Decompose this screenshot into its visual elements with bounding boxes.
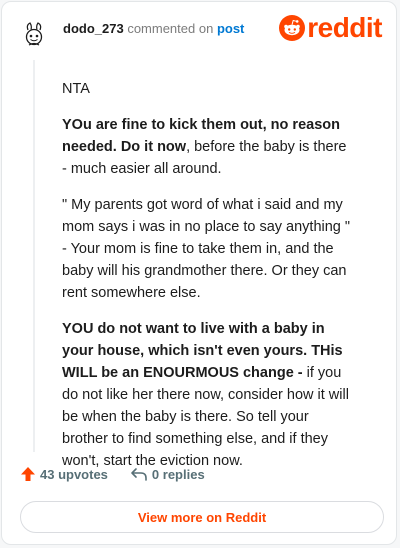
snoo-avatar-icon[interactable] [20, 20, 48, 48]
reply-button[interactable]: 0 replies [130, 466, 205, 482]
post-link[interactable]: post [217, 21, 244, 36]
comment-meta: dodo_273 commented on post [63, 21, 244, 36]
comment-paragraph-2: YOu are fine to kick them out, no reason… [62, 117, 347, 177]
comment-paragraph-4: YOU do not want to live with a baby in y… [62, 321, 349, 469]
comment-header: dodo_273 commented on post reddit [20, 14, 382, 52]
upvote-button[interactable]: 43 upvotes [20, 466, 108, 482]
upvote-arrow-icon [21, 467, 35, 481]
reddit-wordmark: reddit [307, 12, 382, 43]
reddit-logo-icon [279, 15, 306, 41]
comment-paragraph-3: " My parents got word of what i said and… [62, 197, 351, 301]
reddit-brand[interactable]: reddit [279, 14, 382, 42]
commented-on-label: commented on [127, 20, 214, 36]
comment-body: NTA YOu are fine to kick them out, no re… [62, 78, 354, 486]
comment-paragraph-1: NTA [62, 81, 90, 97]
username-link[interactable]: dodo_273 [63, 21, 124, 36]
thread-line [33, 60, 35, 452]
view-more-button[interactable]: View more on Reddit [20, 501, 384, 533]
upvote-count: 43 upvotes [40, 466, 108, 482]
reply-arrow-icon [131, 468, 147, 481]
embedded-comment-card: dodo_273 commented on post reddit NTA YO… [1, 1, 397, 545]
comment-bold-text: YOU do not want to live with a baby in y… [62, 321, 343, 381]
comment-actions: 43 upvotes 0 replies [20, 466, 205, 482]
reply-count: 0 replies [151, 466, 205, 482]
